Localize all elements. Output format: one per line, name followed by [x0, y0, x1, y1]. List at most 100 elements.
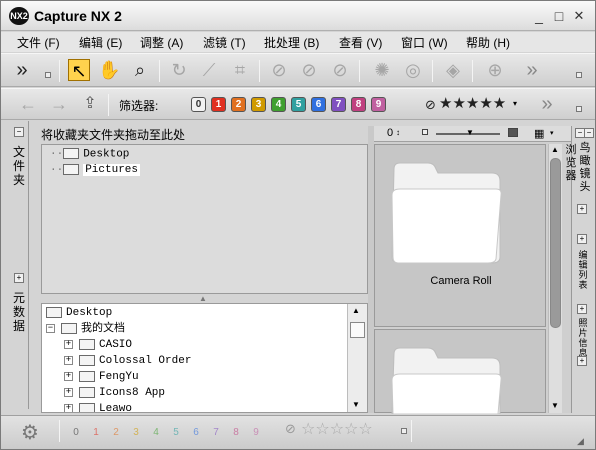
expand-icon[interactable]: +	[64, 371, 73, 381]
filter-label-button[interactable]: 0	[191, 97, 206, 112]
star-rating-icon[interactable]: ★★★★★	[439, 94, 506, 112]
filter-label-button[interactable]: 2	[231, 97, 246, 112]
collapse-folder-icon[interactable]: −	[14, 127, 24, 137]
edit-list-tab[interactable]: 编辑列表	[576, 250, 590, 290]
black-control-point-icon[interactable]: ⊘	[298, 59, 320, 81]
status-label-button[interactable]: 6	[189, 426, 203, 440]
expand-birdseye-icon[interactable]: +	[577, 204, 587, 214]
red-eye-icon[interactable]: ✺	[371, 59, 393, 81]
hand-tool-icon[interactable]: ✋	[98, 59, 120, 81]
direct-select-tool-icon[interactable]: ↖	[68, 59, 90, 81]
expand-photo-info-icon[interactable]: +	[577, 304, 587, 314]
scroll-up-icon[interactable]: ▲	[551, 145, 559, 154]
filter-grip-icon[interactable]	[576, 106, 582, 112]
filter-label-button[interactable]: 4	[271, 97, 286, 112]
status-label-button[interactable]: 4	[149, 426, 163, 440]
filter-label-button[interactable]: 7	[331, 97, 346, 112]
browser-tab[interactable]: 浏览器	[564, 144, 578, 183]
expand-toolbar-icon[interactable]: »	[11, 59, 33, 81]
collapse-birdseye-icon[interactable]: −	[584, 128, 594, 138]
dropdown-arrow-icon[interactable]: ▾	[513, 99, 517, 108]
plus-minus-tool-icon[interactable]: ⊕	[484, 59, 506, 81]
color-control-point-icon[interactable]: ⊘	[268, 59, 290, 81]
toolbar-grip-icon[interactable]	[45, 72, 51, 78]
more-tools-icon[interactable]: »	[521, 59, 543, 81]
favorites-panel[interactable]: ·· Desktop ·· Pictures	[41, 144, 368, 294]
resize-grip-icon[interactable]: ◢	[577, 436, 584, 447]
folder-thumbnail[interactable]: Camera Roll	[374, 144, 546, 327]
tree-item[interactable]: + Icons8 App	[64, 385, 165, 401]
rating-stars-icon[interactable]: ☆☆☆☆☆	[301, 419, 373, 439]
scroll-down-icon[interactable]: ▼	[352, 400, 360, 409]
filter-more-icon[interactable]: »	[536, 93, 558, 115]
photo-info-tab[interactable]: 照片信息	[576, 318, 590, 358]
scroll-down-icon[interactable]: ▼	[551, 401, 559, 410]
filter-label-button[interactable]: 1	[211, 97, 226, 112]
collapse-icon[interactable]: −	[46, 323, 55, 333]
auto-retouch-icon[interactable]: ◎	[402, 59, 424, 81]
menu-help[interactable]: 帮助 (H)	[466, 34, 510, 51]
expand-icon[interactable]: +	[64, 339, 73, 349]
large-thumb-icon[interactable]	[508, 128, 518, 137]
selection-brush-icon[interactable]: ◈	[442, 59, 464, 81]
status-label-button[interactable]: 0	[69, 426, 83, 440]
metadata-tab[interactable]: + 元数据	[9, 269, 29, 409]
expand-icon[interactable]: +	[64, 387, 73, 397]
favorite-item[interactable]: ·· Desktop	[50, 148, 129, 160]
reject-icon[interactable]: ⊘	[285, 421, 296, 437]
status-label-button[interactable]: 5	[169, 426, 183, 440]
status-label-button[interactable]: 8	[229, 426, 243, 440]
expand-edit-list-icon[interactable]: +	[577, 234, 587, 244]
rotate-icon[interactable]: ↻	[168, 59, 190, 81]
expand-icon[interactable]: +	[64, 403, 73, 412]
birdseye-tab[interactable]: 鸟瞰镜头	[578, 142, 592, 194]
grid-view-icon[interactable]: ▦	[534, 127, 544, 140]
expand-metadata-icon[interactable]: +	[14, 273, 24, 283]
tree-scroll-thumb[interactable]	[350, 322, 365, 338]
browser-scroll-thumb[interactable]	[550, 158, 561, 328]
scroll-up-icon[interactable]: ▲	[352, 306, 360, 315]
menu-adjust[interactable]: 调整 (A)	[140, 34, 183, 51]
expand-extra-icon[interactable]: +	[577, 356, 587, 366]
menu-batch[interactable]: 批处理 (B)	[264, 34, 319, 51]
crop-icon[interactable]: ⌗	[229, 59, 251, 81]
status-label-button[interactable]: 1	[89, 426, 103, 440]
status-label-button[interactable]: 7	[209, 426, 223, 440]
view-menu-icon[interactable]: ▾	[550, 129, 554, 137]
status-grip-icon[interactable]	[401, 428, 407, 434]
menu-window[interactable]: 窗口 (W)	[401, 34, 448, 51]
toolbar-grip-right-icon[interactable]	[576, 72, 582, 78]
red-eye-control-point-icon[interactable]: ⊘	[329, 59, 351, 81]
close-button[interactable]: ✕	[571, 8, 587, 24]
tree-item[interactable]: + FengYu	[64, 369, 139, 385]
expand-icon[interactable]: +	[64, 355, 73, 365]
tree-item[interactable]: + Leawo	[64, 401, 132, 412]
browser-scrollbar[interactable]: ▲ ▼	[548, 144, 562, 413]
splitter-icon[interactable]: ▲	[199, 294, 207, 303]
status-label-button[interactable]: 2	[109, 426, 123, 440]
menu-filter[interactable]: 滤镜 (T)	[203, 34, 246, 51]
filter-label-button[interactable]: 5	[291, 97, 306, 112]
forward-icon[interactable]: →	[48, 93, 70, 115]
small-thumb-icon[interactable]	[422, 129, 428, 135]
tree-scrollbar[interactable]: ▲ ▼	[347, 304, 367, 412]
favorite-item[interactable]: ·· Pictures	[50, 164, 141, 177]
maximize-button[interactable]: □	[551, 8, 567, 24]
menu-view[interactable]: 查看 (V)	[339, 34, 382, 51]
folder-thumbnail[interactable]	[374, 329, 546, 414]
folder-tab[interactable]: − 文件夹	[9, 121, 29, 271]
minimize-button[interactable]: _	[531, 8, 547, 24]
menu-file[interactable]: 文件 (F)	[17, 34, 60, 51]
tree-item[interactable]: + Colossal Order	[64, 353, 191, 369]
reject-icon[interactable]: ⊘	[425, 97, 436, 113]
slider-handle-icon[interactable]: ▼	[466, 128, 474, 137]
filter-label-button[interactable]: 3	[251, 97, 266, 112]
filter-label-button[interactable]: 9	[371, 97, 386, 112]
filter-label-button[interactable]: 6	[311, 97, 326, 112]
back-icon[interactable]: ←	[17, 93, 39, 115]
tree-item[interactable]: Desktop	[46, 305, 112, 321]
settings-gear-icon[interactable]: ⚙	[21, 420, 39, 445]
straighten-icon[interactable]: ⟋	[198, 59, 220, 81]
status-label-button[interactable]: 3	[129, 426, 143, 440]
up-folder-icon[interactable]: ⇪	[79, 93, 101, 115]
